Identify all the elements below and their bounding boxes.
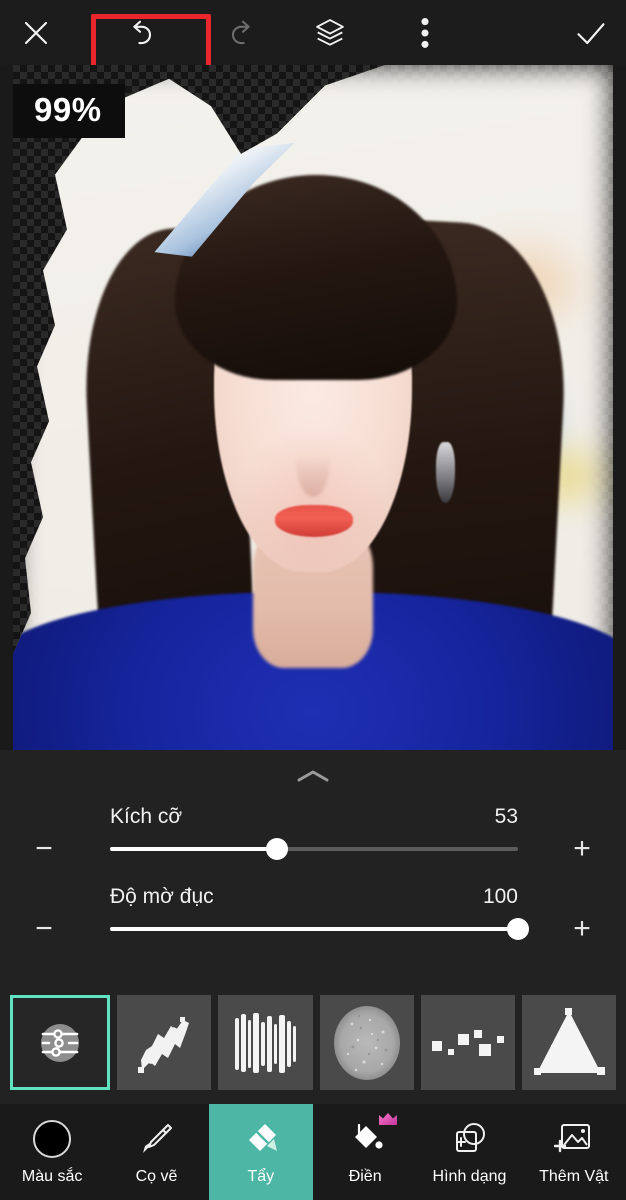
premium-crown-icon	[378, 1112, 398, 1126]
top-toolbar	[0, 0, 626, 72]
nav-label-brush: Cọ vẽ	[135, 1167, 178, 1185]
chevron-up-icon	[297, 770, 329, 782]
opacity-slider-label: Độ mờ đục	[110, 885, 214, 908]
layers-button[interactable]	[304, 12, 356, 54]
nav-item-eraser[interactable]: Tẩy	[208, 1104, 313, 1200]
size-slider-label: Kích cỡ	[110, 805, 183, 828]
size-slider-value: 53	[494, 805, 518, 828]
shapes-icon	[450, 1119, 488, 1159]
rough-diagonal-brush-icon	[138, 1016, 190, 1073]
color-circle-icon	[31, 1119, 73, 1159]
triangle-brush-icon	[533, 1007, 605, 1075]
nav-label-fill: Điền	[348, 1167, 382, 1185]
nav-item-shape[interactable]: Hình dạng	[417, 1104, 521, 1200]
editor-screen: 99% Kích cỡ 53 − + Độ mờ đục 100 − + Màu…	[0, 0, 626, 1200]
size-slider-thumb[interactable]	[266, 838, 289, 860]
opacity-slider-fill	[110, 927, 518, 931]
opacity-increase-button[interactable]: +	[560, 907, 604, 951]
tool-options-panel: Kích cỡ 53 − + Độ mờ đục 100 − + Màu sắc…	[0, 750, 626, 1200]
brush-tile-rough-diagonal[interactable]	[117, 995, 212, 1090]
nav-item-fill[interactable]: Điền	[313, 1104, 417, 1200]
close-button[interactable]	[10, 12, 62, 54]
undo-button[interactable]	[119, 12, 171, 54]
brush-settings-icon	[41, 1023, 80, 1062]
photo-layer	[13, 65, 613, 750]
layers-icon	[316, 19, 344, 46]
paintbrush-icon	[137, 1119, 175, 1159]
eraser-icon	[241, 1119, 281, 1159]
opacity-slider-thumb[interactable]	[507, 918, 529, 940]
lips	[274, 505, 353, 537]
brush-tile-noise-circle[interactable]	[319, 995, 414, 1090]
size-decrease-button[interactable]: −	[22, 827, 66, 871]
undo-icon	[133, 20, 151, 45]
checkmark-icon	[577, 23, 605, 45]
nav-item-add[interactable]: Thêm Vật	[522, 1104, 626, 1200]
portrait-image	[13, 65, 613, 750]
brush-selector-strip	[0, 995, 626, 1100]
more-options-button[interactable]	[399, 12, 451, 54]
add-photo-icon	[553, 1119, 594, 1159]
dry-bristle-brush-icon	[235, 1012, 297, 1073]
more-options-icon	[421, 18, 429, 48]
size-slider-fill	[110, 847, 278, 851]
nav-label-add: Thêm Vật	[539, 1167, 609, 1185]
opacity-slider-row: Độ mờ đục 100 − +	[0, 885, 626, 965]
brush-tile-brush-settings[interactable]	[10, 995, 111, 1090]
squares-scatter-brush-icon	[431, 1029, 504, 1056]
panel-collapse-handle[interactable]	[283, 764, 343, 788]
nav-item-color[interactable]: Màu sắc	[0, 1104, 104, 1200]
opacity-slider-value: 100	[482, 885, 518, 908]
size-slider-track[interactable]	[110, 838, 518, 860]
nav-item-brush[interactable]: Cọ vẽ	[104, 1104, 208, 1200]
apply-button[interactable]	[565, 12, 617, 54]
zoom-level-badge: 99%	[13, 84, 125, 138]
nav-label-shape: Hình dạng	[432, 1167, 507, 1185]
opacity-decrease-button[interactable]: −	[22, 907, 66, 951]
brush-tile-squares-scatter[interactable]	[420, 995, 515, 1090]
close-icon	[24, 21, 48, 45]
opacity-slider-track[interactable]	[110, 918, 529, 940]
size-slider-row: Kích cỡ 53 − +	[0, 805, 626, 885]
nose	[296, 421, 330, 497]
image-canvas[interactable]: 99%	[0, 65, 626, 750]
redo-icon	[232, 20, 250, 45]
nav-label-eraser: Tẩy	[247, 1167, 275, 1185]
brush-tile-triangle[interactable]	[521, 995, 617, 1090]
size-increase-button[interactable]: +	[560, 827, 604, 871]
redo-button[interactable]	[212, 12, 264, 54]
tool-navigation-bar: Màu sắc Cọ vẽ Tẩy Điền Hình dạng Thêm Vậ…	[0, 1104, 626, 1200]
brush-tile-dry-bristle[interactable]	[218, 995, 313, 1090]
noise-circle-brush-icon	[333, 1005, 400, 1080]
nav-label-color: Màu sắc	[21, 1167, 83, 1185]
